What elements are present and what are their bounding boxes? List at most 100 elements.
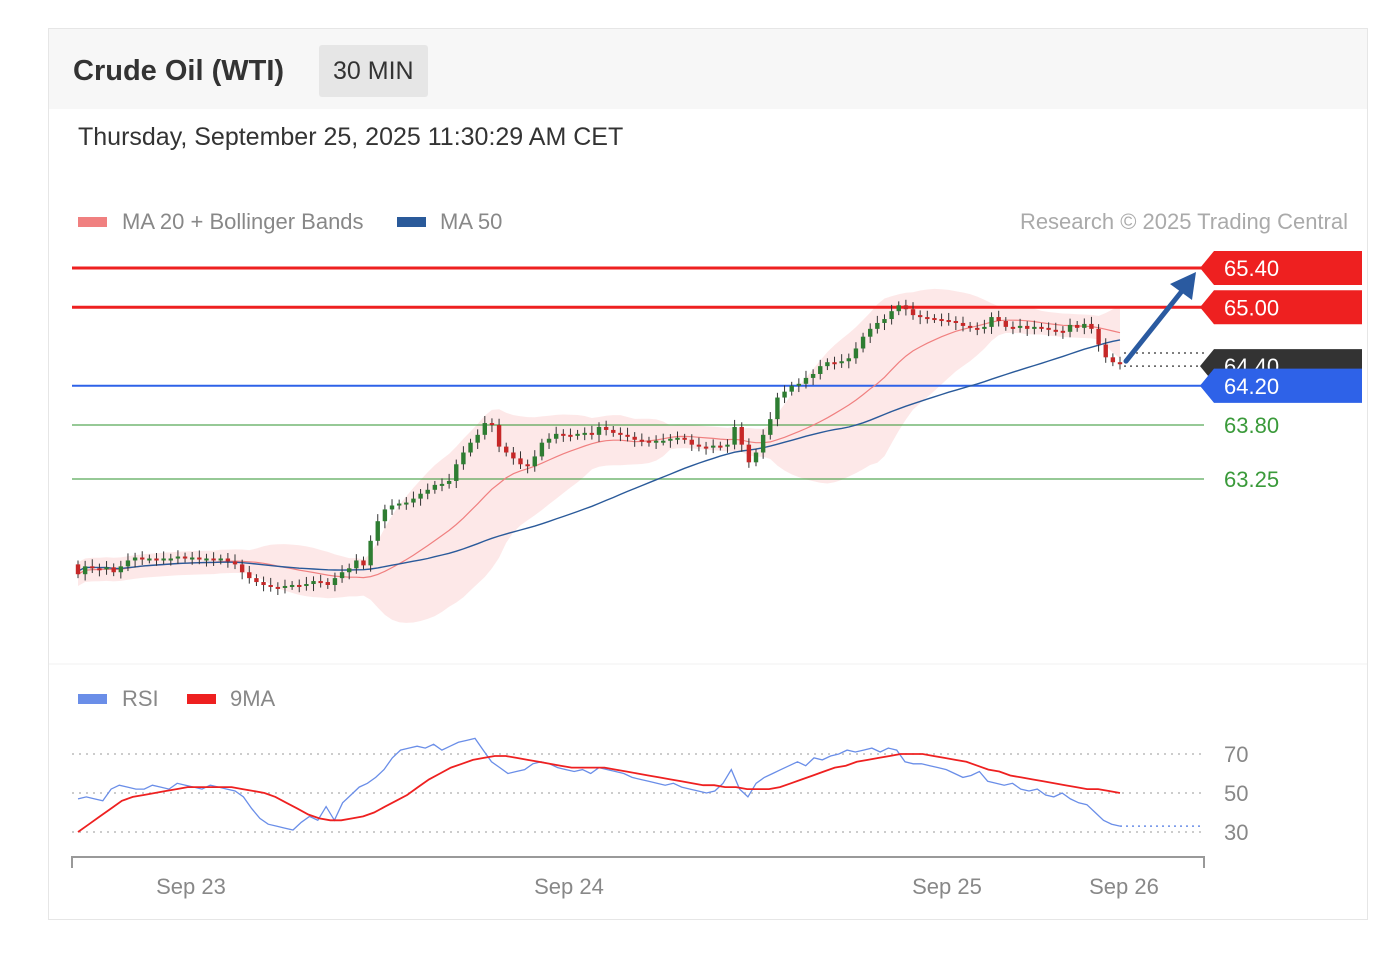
candle-body bbox=[632, 436, 637, 440]
candle-body bbox=[789, 385, 794, 392]
candle-body bbox=[304, 584, 309, 587]
candle-body bbox=[446, 480, 452, 484]
price-panel: 65.4065.0064.4064.2063.8063.2564.20 bbox=[72, 251, 1362, 623]
candle-body bbox=[782, 391, 787, 398]
candle bbox=[382, 504, 388, 529]
candle-body bbox=[989, 317, 994, 327]
candle-body bbox=[182, 556, 188, 559]
candle-body bbox=[282, 585, 288, 588]
candle-body bbox=[1110, 357, 1116, 363]
candle-body bbox=[147, 558, 152, 561]
candle-body bbox=[1103, 344, 1108, 358]
candle-body bbox=[846, 358, 851, 362]
candle-body bbox=[967, 325, 973, 328]
candle-body bbox=[568, 434, 573, 437]
candle-body bbox=[247, 572, 252, 579]
candle-body bbox=[875, 322, 880, 329]
candle-body bbox=[118, 566, 124, 573]
candle-body bbox=[361, 560, 366, 566]
candle-body bbox=[418, 493, 423, 499]
candle-body bbox=[1025, 325, 1030, 329]
candle-body bbox=[589, 432, 595, 435]
candle-body bbox=[661, 440, 666, 443]
rsi-legend-swatch bbox=[78, 694, 107, 704]
candle-body bbox=[268, 584, 273, 587]
candle-body bbox=[839, 361, 844, 364]
candle bbox=[1110, 353, 1116, 367]
candle-body bbox=[1032, 326, 1037, 329]
candle-body bbox=[454, 464, 459, 481]
candle-body bbox=[132, 557, 138, 561]
candle-body bbox=[332, 578, 338, 585]
chart-canvas: MA 20 + Bollinger Bands MA 50 Research ©… bbox=[49, 209, 1367, 899]
candle-body bbox=[810, 373, 816, 378]
candle-body bbox=[468, 442, 473, 453]
candle-body bbox=[239, 564, 245, 573]
candle-body bbox=[211, 558, 216, 561]
candle-body bbox=[1089, 323, 1094, 329]
candle-body bbox=[732, 426, 737, 445]
candle-body bbox=[596, 426, 602, 435]
candle-body bbox=[297, 584, 302, 587]
candle-body bbox=[289, 584, 295, 587]
candle-body bbox=[825, 362, 830, 367]
candle-body bbox=[404, 502, 409, 505]
rsi-tick-label: 70 bbox=[1224, 742, 1248, 767]
candle-body bbox=[175, 556, 181, 559]
candle-body bbox=[546, 438, 552, 443]
time-axis bbox=[71, 856, 1205, 868]
rsi-legend-label: RSI bbox=[122, 686, 159, 711]
candle-body bbox=[432, 484, 438, 490]
candle-body bbox=[368, 540, 373, 566]
candle-body bbox=[932, 318, 937, 321]
candle-body bbox=[482, 423, 488, 435]
candle-body bbox=[1060, 330, 1066, 333]
rsi-ma-legend-label: 9MA bbox=[230, 686, 276, 711]
candle-body bbox=[675, 437, 680, 440]
candle bbox=[375, 514, 380, 546]
ma20-legend-swatch bbox=[78, 217, 107, 227]
candle-body bbox=[575, 433, 580, 436]
candle-body bbox=[710, 445, 716, 448]
candle bbox=[1117, 356, 1123, 370]
candle-body bbox=[975, 327, 980, 330]
candle-body bbox=[354, 560, 359, 569]
candle-body bbox=[603, 426, 609, 430]
candle-body bbox=[611, 429, 616, 433]
candle-body bbox=[739, 426, 744, 445]
candle-body bbox=[1039, 326, 1044, 329]
candle-body bbox=[689, 439, 694, 445]
candle-body bbox=[111, 567, 116, 573]
candle-body bbox=[696, 444, 702, 447]
candle-body bbox=[539, 442, 545, 457]
candle-body bbox=[347, 568, 352, 573]
support-label: 63.80 bbox=[1224, 413, 1279, 438]
candle-body bbox=[82, 566, 88, 575]
time-axis-tick-label: Sep 25 bbox=[912, 874, 982, 899]
candle-body bbox=[760, 434, 766, 453]
candle-body bbox=[504, 446, 509, 453]
rsi-line bbox=[77, 737, 1121, 831]
resistance-label: 65.40 bbox=[1224, 256, 1279, 281]
candle-body bbox=[511, 452, 516, 459]
candle-body bbox=[1017, 325, 1023, 328]
forecast-arrow-head bbox=[1170, 272, 1196, 300]
candle-body bbox=[896, 305, 901, 312]
candle-body bbox=[753, 452, 759, 463]
candle-body bbox=[225, 558, 231, 562]
time-axis-tick-label: Sep 23 bbox=[156, 874, 226, 899]
candle-body bbox=[1117, 362, 1123, 365]
candle-body bbox=[396, 503, 402, 506]
candle-body bbox=[889, 311, 894, 320]
candle-body bbox=[218, 558, 223, 561]
candle-body bbox=[525, 464, 530, 467]
candle-body bbox=[832, 362, 837, 365]
candle-body bbox=[275, 586, 281, 589]
candle-body bbox=[104, 567, 109, 570]
candle-body bbox=[254, 578, 259, 583]
bollinger-band-fill bbox=[78, 288, 1120, 623]
candle-body bbox=[461, 452, 466, 465]
candle-body bbox=[960, 322, 966, 326]
candle-body bbox=[553, 433, 559, 439]
candle-body bbox=[189, 557, 195, 560]
